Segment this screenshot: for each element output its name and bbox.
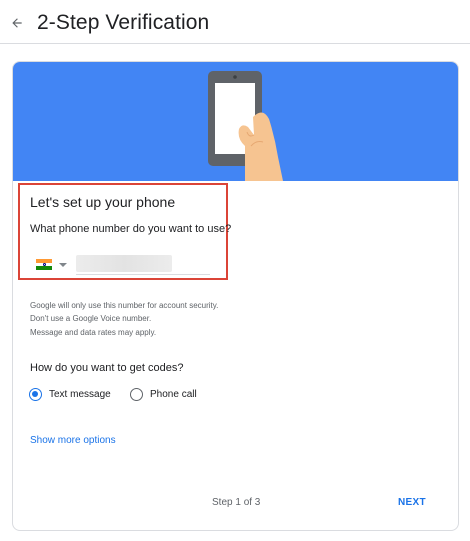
phone-in-hand-illustration [208, 71, 283, 181]
radio-label: Text message [49, 388, 111, 400]
hero-banner [13, 62, 458, 181]
chevron-down-icon [59, 263, 67, 267]
radio-text-message[interactable]: Text message [29, 387, 111, 401]
top-bar: 2-Step Verification [0, 0, 470, 44]
radio-unselected-icon [130, 387, 143, 401]
arrow-left-icon [12, 18, 22, 28]
radio-label: Phone call [150, 388, 197, 400]
india-flag-icon [36, 259, 52, 270]
phone-number-input[interactable] [76, 255, 172, 272]
page-title: 2-Step Verification [37, 11, 210, 34]
radio-phone-call[interactable]: Phone call [130, 387, 197, 401]
info-line: Google will only use this number for acc… [30, 301, 219, 310]
phone-input-underline [76, 274, 210, 275]
country-code-select[interactable] [36, 257, 72, 271]
setup-heading: Let's set up your phone [30, 194, 176, 210]
codes-question: How do you want to get codes? [30, 362, 184, 374]
radio-selected-icon [29, 387, 42, 401]
setup-card [12, 61, 459, 531]
next-button[interactable]: NEXT [398, 497, 426, 508]
step-indicator: Step 1 of 3 [212, 497, 261, 508]
info-line: Don't use a Google Voice number. [30, 314, 152, 323]
info-line: Message and data rates may apply. [30, 328, 157, 337]
show-more-options-link[interactable]: Show more options [30, 435, 116, 446]
back-button[interactable] [6, 12, 28, 34]
phone-question: What phone number do you want to use? [30, 223, 232, 235]
